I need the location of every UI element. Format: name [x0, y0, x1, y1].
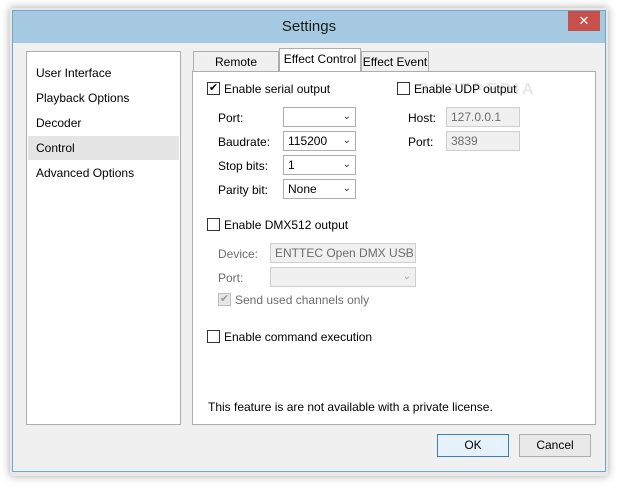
udp-port-label: Port:: [408, 135, 434, 149]
chevron-down-icon: ⌄: [402, 247, 411, 258]
enable-command-checkbox[interactable]: [207, 330, 220, 343]
baudrate-value: 115200: [288, 134, 328, 148]
serial-port-select[interactable]: ⌄: [283, 107, 356, 127]
send-used-channels-label: Send used channels only: [235, 293, 370, 307]
enable-dmx-checkbox[interactable]: [207, 218, 220, 231]
panel-content: ✔ Enable serial output Port: ⌄ Baudrate:…: [13, 11, 607, 473]
enable-command-label: Enable command execution: [224, 330, 373, 344]
chevron-down-icon: ⌄: [342, 183, 351, 194]
dmx-device-select[interactable]: ENTTEC Open DMX USB ⌄: [270, 243, 416, 263]
udp-host-field[interactable]: 127.0.0.1: [446, 107, 520, 127]
chevron-down-icon: ⌄: [402, 271, 411, 282]
send-used-channels-checkbox[interactable]: ✔: [218, 293, 231, 306]
dmx-port-select[interactable]: ⌄: [270, 267, 416, 287]
chevron-down-icon: ⌄: [342, 159, 351, 170]
parity-label: Parity bit:: [218, 183, 269, 197]
checkmark-icon: ✔: [219, 293, 230, 305]
stopbits-label: Stop bits:: [218, 159, 269, 173]
enable-udp-label: Enable UDP output: [414, 82, 517, 96]
enable-dmx-label: Enable DMX512 output: [224, 218, 349, 232]
chevron-down-icon: ⌄: [342, 111, 351, 122]
enable-serial-checkbox[interactable]: ✔: [207, 82, 220, 95]
stopbits-value: 1: [288, 158, 295, 172]
baudrate-label: Baudrate:: [218, 135, 271, 149]
udp-port-field[interactable]: 3839: [446, 131, 520, 151]
settings-window: Settings ✕ User Interface Playback Optio…: [12, 10, 606, 472]
parity-select[interactable]: None ⌄: [283, 179, 356, 199]
stopbits-select[interactable]: 1 ⌄: [283, 155, 356, 175]
udp-host-label: Host:: [408, 111, 437, 125]
dmx-device-label: Device:: [218, 247, 259, 261]
enable-serial-label: Enable serial output: [224, 82, 331, 96]
checkmark-icon: ✔: [208, 82, 219, 94]
license-notice: This feature is are not available with a…: [208, 400, 493, 414]
dmx-port-label: Port:: [218, 271, 244, 285]
dmx-device-value: ENTTEC Open DMX USB: [275, 246, 414, 260]
baudrate-select[interactable]: 115200 ⌄: [283, 131, 356, 151]
parity-value: None: [288, 182, 317, 196]
serial-port-label: Port:: [218, 111, 244, 125]
enable-udp-checkbox[interactable]: [397, 82, 410, 95]
chevron-down-icon: ⌄: [342, 135, 351, 146]
